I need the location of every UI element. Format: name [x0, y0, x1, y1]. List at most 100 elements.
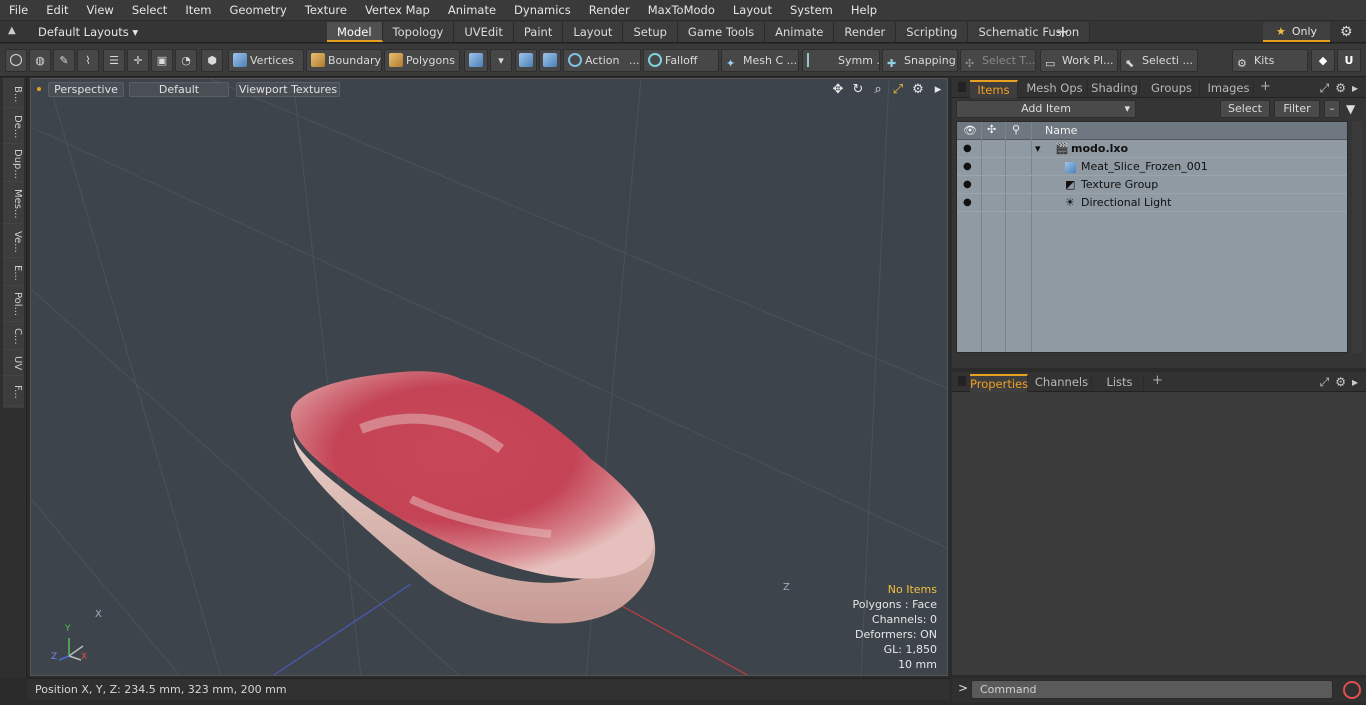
add-panel-tab-plus-icon[interactable]: +: [1260, 79, 1271, 94]
viewport-expand-arrow-icon[interactable]: ▸: [931, 82, 945, 97]
align-button[interactable]: ☰: [103, 49, 125, 72]
unreal-button[interactable]: U: [1337, 49, 1361, 72]
item-mode-button[interactable]: [464, 49, 488, 72]
menu-geometry[interactable]: Geometry: [221, 0, 296, 21]
menu-item[interactable]: Item: [176, 0, 220, 21]
work-plane-button[interactable]: ▭ Work Pl...: [1040, 49, 1118, 72]
left-tab-duplicate[interactable]: Dup...: [3, 146, 23, 182]
tab-scripting[interactable]: Scripting: [896, 22, 969, 42]
gear-icon[interactable]: ⚙: [1340, 24, 1353, 40]
brush-tool-button[interactable]: ⌇: [77, 49, 99, 72]
pen-tool-button[interactable]: ✎: [53, 49, 75, 72]
menu-help[interactable]: Help: [842, 0, 886, 21]
record-macro-icon[interactable]: [1343, 681, 1361, 699]
boundary-button[interactable]: Boundary: [306, 49, 382, 72]
tab-layout[interactable]: Layout: [563, 22, 624, 42]
zoom-view-icon[interactable]: ⌕: [871, 82, 885, 97]
tab-render[interactable]: Render: [834, 22, 897, 42]
menu-system[interactable]: System: [781, 0, 842, 21]
left-tab-vertex[interactable]: Ve...: [3, 226, 23, 258]
kits-button[interactable]: ⚙ Kits: [1232, 49, 1308, 72]
tab-items[interactable]: Items: [970, 80, 1018, 98]
action-center-button[interactable]: Action ...: [563, 49, 641, 72]
sym-a-button[interactable]: [515, 49, 537, 72]
selection-sets-button[interactable]: ⬉ Selecti ...: [1120, 49, 1198, 72]
rotate-view-icon[interactable]: ↻: [851, 82, 865, 97]
tab-mesh-ops[interactable]: Mesh Ops: [1022, 80, 1088, 98]
command-input[interactable]: Command: [971, 680, 1333, 699]
sym-b-button[interactable]: [539, 49, 561, 72]
tab-images[interactable]: Images: [1204, 80, 1254, 98]
viewport-menu-dot-icon[interactable]: [37, 87, 41, 91]
tab-channels[interactable]: Channels: [1032, 374, 1092, 392]
viewport-settings-gear-icon[interactable]: ⚙: [911, 82, 925, 97]
left-tab-edge[interactable]: E...: [3, 260, 23, 286]
tree-row-light[interactable]: ● ☀ Directional Light: [957, 194, 1347, 212]
shield-button[interactable]: ⬢: [201, 49, 223, 72]
name-column-header[interactable]: Name: [1045, 124, 1077, 137]
only-toggle[interactable]: ★ Only: [1263, 22, 1330, 42]
view-perspective-button[interactable]: Perspective: [48, 82, 124, 97]
filter-button[interactable]: Filter: [1274, 100, 1320, 118]
panel-arrow-icon[interactable]: ▸: [1352, 375, 1358, 390]
menu-layout[interactable]: Layout: [724, 0, 781, 21]
tab-model[interactable]: Model: [327, 22, 383, 42]
vertices-button[interactable]: Vertices: [228, 49, 304, 72]
tab-properties[interactable]: Properties: [970, 374, 1028, 392]
left-tab-polygon[interactable]: Pol...: [3, 288, 23, 322]
center-button[interactable]: ✛: [127, 49, 149, 72]
menu-view[interactable]: View: [78, 0, 123, 21]
tab-setup[interactable]: Setup: [623, 22, 678, 42]
unity-button[interactable]: ◆: [1311, 49, 1335, 72]
tree-row-scene[interactable]: ● ▾ 🎬 modo.lxo: [957, 140, 1347, 158]
viewport-textures-button[interactable]: Viewport Textures: [236, 82, 340, 97]
panel-menu-icon[interactable]: [958, 376, 966, 386]
tab-lists[interactable]: Lists: [1096, 374, 1144, 392]
tree-row-mesh[interactable]: ● Meat_Slice_Frozen_001: [957, 158, 1347, 176]
menu-maxtomodo[interactable]: MaxToModo: [639, 0, 724, 21]
collapse-all-button[interactable]: –: [1324, 100, 1340, 118]
timer-button[interactable]: ◔: [175, 49, 197, 72]
tab-animate[interactable]: Animate: [765, 22, 835, 42]
tab-topology[interactable]: Topology: [382, 22, 455, 42]
visibility-eye-icon[interactable]: ●: [963, 197, 973, 208]
mode-dropdown-button[interactable]: ▾: [490, 49, 512, 72]
tab-shading[interactable]: Shading: [1090, 80, 1140, 98]
tab-game-tools[interactable]: Game Tools: [677, 22, 766, 42]
add-properties-tab-plus-icon[interactable]: +: [1152, 373, 1163, 388]
panel-expand-icon[interactable]: ⤢: [1320, 81, 1330, 96]
add-item-button[interactable]: Add Item ▾: [956, 100, 1136, 118]
polygons-button[interactable]: Polygons: [384, 49, 460, 72]
left-tab-mesh-edit[interactable]: Mes...: [3, 184, 23, 224]
left-tab-deform[interactable]: De...: [3, 110, 23, 144]
select-circle-button[interactable]: [5, 49, 27, 72]
menu-edit[interactable]: Edit: [37, 0, 77, 21]
menu-texture[interactable]: Texture: [296, 0, 356, 21]
tab-schematic-fusion[interactable]: Schematic Fusion: [968, 22, 1091, 42]
fit-button[interactable]: ▣: [151, 49, 173, 72]
maximize-view-icon[interactable]: ⤢: [891, 82, 905, 97]
expand-arrow-icon[interactable]: ▾: [1035, 140, 1041, 158]
move-view-icon[interactable]: ✥: [831, 82, 845, 97]
left-tab-basic[interactable]: B...: [3, 82, 23, 108]
left-tab-fusion[interactable]: F...: [3, 378, 23, 406]
panel-gear-icon[interactable]: ⚙: [1335, 81, 1346, 96]
tab-groups[interactable]: Groups: [1144, 80, 1200, 98]
menu-file[interactable]: File: [0, 0, 37, 21]
symmetry-button[interactable]: Symm ...: [802, 49, 880, 72]
visibility-eye-icon[interactable]: ●: [963, 179, 973, 190]
default-layouts-dropdown[interactable]: Default Layouts ▾: [38, 21, 138, 43]
panel-arrow-icon[interactable]: ▸: [1352, 81, 1358, 96]
panel-menu-icon[interactable]: [958, 82, 966, 92]
collapse-up-icon[interactable]: ▲: [8, 25, 20, 38]
filter-funnel-icon[interactable]: ▼: [1346, 102, 1355, 116]
tab-uvedit[interactable]: UVEdit: [454, 22, 514, 42]
menu-render[interactable]: Render: [580, 0, 639, 21]
select-through-button[interactable]: ✣ Select T...: [960, 49, 1036, 72]
tree-row-texture-group[interactable]: ● ◩ Texture Group: [957, 176, 1347, 194]
left-tab-curve[interactable]: C...: [3, 324, 23, 350]
select-button[interactable]: Select: [1220, 100, 1270, 118]
menu-dynamics[interactable]: Dynamics: [505, 0, 580, 21]
shading-default-button[interactable]: Default: [129, 82, 229, 97]
mesh-constraint-button[interactable]: ✦ Mesh C ...: [721, 49, 799, 72]
